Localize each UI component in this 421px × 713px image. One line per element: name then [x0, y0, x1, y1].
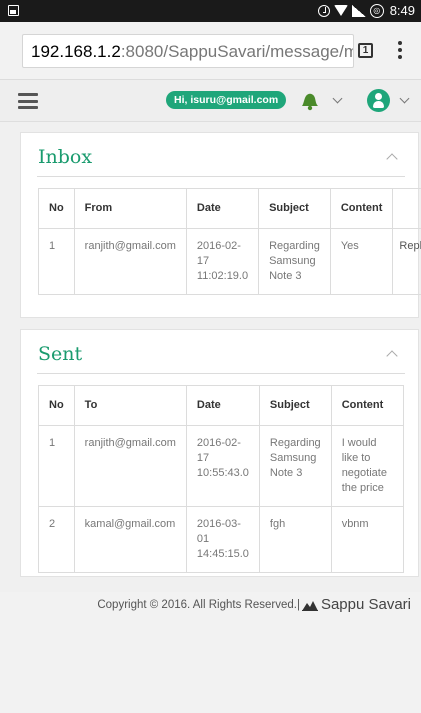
sent-panel: Sent No To Date Subject Content 1 ranjit… — [20, 329, 419, 577]
image-notification-icon — [8, 5, 19, 16]
sent-table: No To Date Subject Content 1 ranjith@gma… — [38, 385, 405, 573]
sent-cell-date: 2016-03-01 14:45:15.0 — [185, 506, 260, 573]
notification-bell-icon[interactable] — [298, 89, 320, 111]
sent-cell-date: 2016-02-17 10:55:43.0 — [185, 425, 260, 507]
inbox-divider — [37, 176, 405, 177]
sent-cell-to: ranjith@gmail.com — [73, 425, 187, 507]
page-bottom-area — [0, 624, 421, 713]
sent-cell-no: 1 — [38, 425, 75, 507]
sent-cell-subject: fgh — [258, 506, 332, 573]
sent-cell-no: 2 — [38, 506, 75, 573]
inbox-cell-subject: Regarding Samsung Note 3 — [258, 228, 331, 295]
app-header: Hi, isuru@gmail.com — [0, 80, 421, 122]
inbox-col-subject: Subject — [258, 188, 331, 229]
status-bar: ◎ 8:49 — [0, 0, 421, 22]
alarm-icon — [317, 4, 330, 17]
sent-header-row: No To Date Subject Content — [38, 385, 405, 426]
browser-toolbar: 192.168.1.2:8080/SappuSavari/message/mes… — [0, 22, 421, 80]
sent-col-content: Content — [330, 385, 405, 426]
sent-cell-to: kamal@gmail.com — [73, 506, 187, 573]
sent-cell-subject: Regarding Samsung Note 3 — [258, 425, 332, 507]
sent-col-date: Date — [185, 385, 260, 426]
inbox-cell-content: Yes — [329, 228, 394, 295]
sent-cell-content: vbnm — [330, 506, 405, 573]
inbox-col-action — [392, 188, 421, 229]
logo-mountain-icon — [301, 600, 318, 611]
address-bar[interactable]: 192.168.1.2:8080/SappuSavari/message/mes — [22, 34, 354, 68]
table-row: 2 kamal@gmail.com 2016-03-01 14:45:15.0 … — [38, 506, 405, 573]
table-row: 1 ranjith@gmail.com 2016-02-17 11:02:19.… — [38, 228, 421, 295]
inbox-cell-date: 2016-02-17 11:02:19.0 — [185, 228, 260, 295]
table-row: 1 ranjith@gmail.com 2016-02-17 10:55:43.… — [38, 425, 405, 507]
user-greeting-badge: Hi, isuru@gmail.com — [166, 91, 287, 109]
inbox-col-no: No — [38, 188, 75, 229]
inbox-col-date: Date — [185, 188, 260, 229]
footer-brand[interactable]: Sappu Savari — [321, 596, 411, 613]
inbox-title: Inbox — [38, 146, 93, 168]
reply-link[interactable]: Reply — [392, 228, 421, 295]
sent-divider — [37, 373, 405, 374]
url-path: :8080/SappuSavari/message/mes — [120, 42, 354, 61]
hamburger-menu-icon[interactable] — [18, 93, 38, 109]
sent-col-subject: Subject — [258, 385, 332, 426]
url-host: 192.168.1.2 — [31, 42, 121, 61]
battery-icon: ◎ — [369, 3, 384, 18]
status-icons: ◎ 8:49 — [317, 3, 415, 18]
sent-cell-content: I would like to negotiate the price — [330, 425, 405, 507]
inbox-collapse-chevron-icon[interactable] — [386, 153, 398, 165]
inbox-col-from: From — [73, 188, 187, 229]
user-avatar-icon[interactable] — [367, 89, 390, 112]
signal-icon — [351, 4, 366, 17]
footer-copyright: Copyright © 2016. All Rights Reserved.| — [97, 598, 300, 611]
browser-menu-icon[interactable] — [398, 41, 402, 61]
inbox-col-content: Content — [329, 188, 394, 229]
sent-title: Sent — [38, 343, 83, 365]
status-time: 8:49 — [389, 3, 415, 18]
inbox-table: No From Date Subject Content 1 ranjith@g… — [38, 188, 421, 295]
inbox-header-row: No From Date Subject Content — [38, 188, 421, 229]
sent-col-no: No — [38, 385, 75, 426]
wifi-icon — [333, 5, 348, 16]
notifications-chevron-down-icon[interactable] — [332, 93, 343, 104]
inbox-cell-from: ranjith@gmail.com — [73, 228, 187, 295]
sent-col-to: To — [73, 385, 187, 426]
user-menu-chevron-down-icon[interactable] — [399, 93, 410, 104]
footer: Copyright © 2016. All Rights Reserved.| … — [0, 592, 421, 624]
tab-switcher-button[interactable]: 1 — [358, 43, 373, 58]
sent-collapse-chevron-icon[interactable] — [386, 350, 398, 362]
inbox-cell-no: 1 — [38, 228, 75, 295]
inbox-panel: Inbox No From Date Subject Content 1 ran… — [20, 132, 421, 318]
